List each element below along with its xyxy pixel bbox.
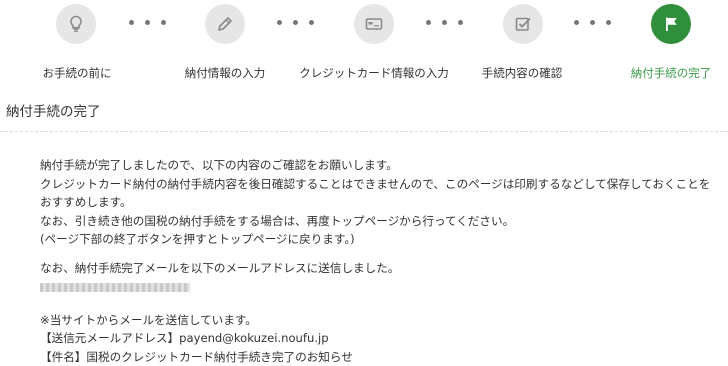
step-3-circle <box>354 4 394 44</box>
progress-stepper: お手続の前に 納付情報の入力 クレジットカード情報の入力 手続内容の確認 納付手… <box>0 0 728 90</box>
step-connector <box>129 20 166 25</box>
step-4-circle <box>503 4 543 44</box>
message-line: ※当サイトからメールを送信しています。 <box>40 312 257 327</box>
lightbulb-icon <box>70 15 82 32</box>
flag-icon <box>666 17 677 31</box>
step-label-2: 納付情報の入力 <box>184 66 266 80</box>
step-5-circle <box>651 4 691 44</box>
message-line: なお、納付手続完了メールを以下のメールアドレスに送信しました。 <box>40 260 400 275</box>
step-1-circle <box>56 4 96 44</box>
step-connector <box>426 20 463 25</box>
subject-line: 【件名】国税のクレジットカード納付手続き完了のお知らせ <box>40 349 353 364</box>
page-title: 納付手続の完了 <box>6 104 101 120</box>
step-label-1: お手続の前に <box>42 66 112 80</box>
checkbox-icon <box>515 17 531 31</box>
message-line: おすすめします。 <box>40 195 132 210</box>
message-line: 納付手続が完了しましたので、以下の内容のご確認をお願いします。 <box>40 158 398 172</box>
step-connector <box>277 20 314 25</box>
completion-message: 納付手続が完了しましたので、以下の内容のご確認をお願いします。 クレジットカード… <box>40 156 720 366</box>
step-label-5: 納付手続の完了 <box>630 66 712 80</box>
message-line: クレジットカード納付の納付手続内容を後日確認することはできませんので、このページ… <box>40 176 711 191</box>
credit-card-icon <box>365 18 383 30</box>
step-2-circle <box>205 4 245 44</box>
message-line: なお、引き続き他の国税の納付手続をする場合は、再度トップページから行ってください… <box>40 213 515 228</box>
message-line: (ページ下部の終了ボタンを押すとトップページに戻ります。) <box>40 232 355 247</box>
step-connector <box>574 20 611 25</box>
divider <box>0 131 728 132</box>
pencil-icon <box>218 17 232 31</box>
step-label-3: クレジットカード情報の入力 <box>299 66 449 80</box>
masked-email-address <box>40 282 190 292</box>
step-label-4: 手続内容の確認 <box>481 66 563 80</box>
sender-email-line: 【送信元メールアドレス】payend@kokuzei.noufu.jp <box>40 331 329 346</box>
